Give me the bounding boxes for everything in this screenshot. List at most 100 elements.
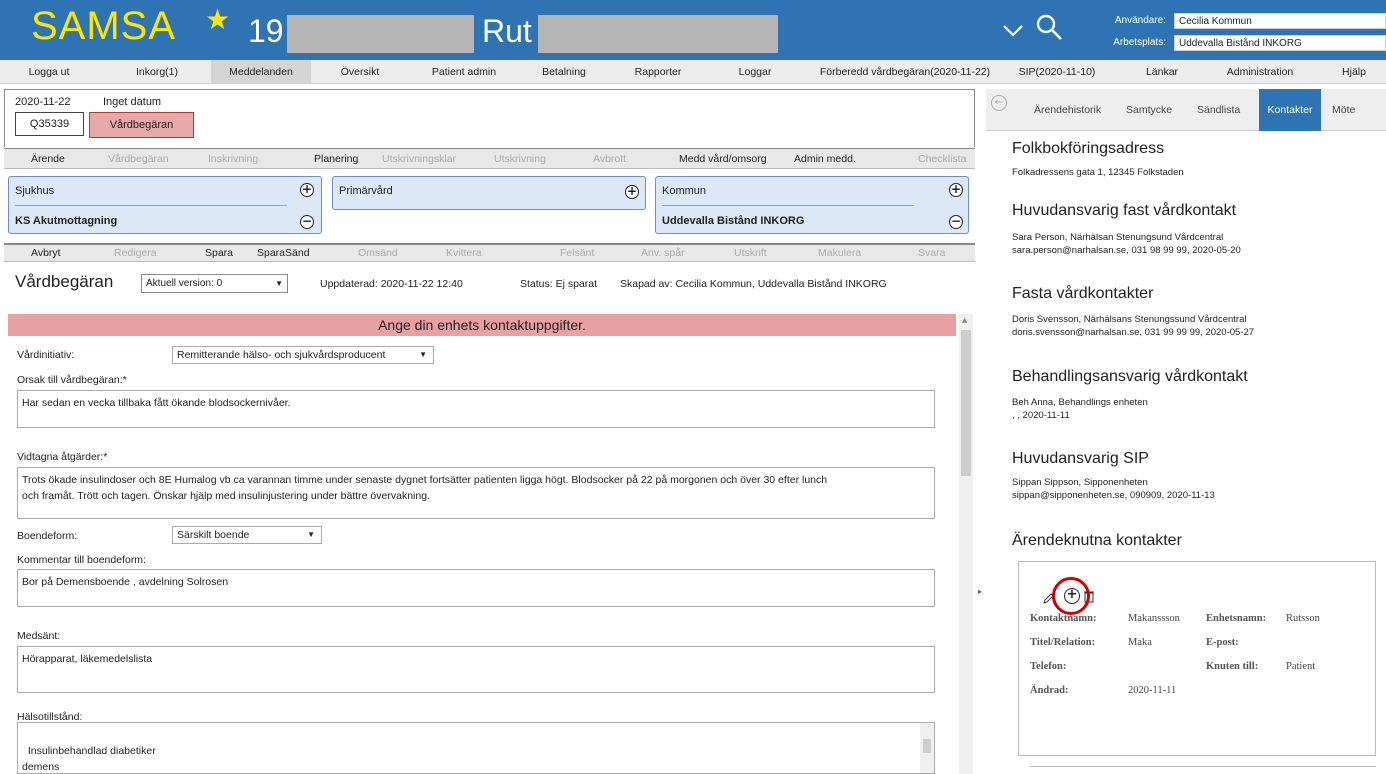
menu-administration[interactable]: Administration (1210, 60, 1310, 84)
initiative-value: Remitterande hälso- och sjukvårdsproduce… (177, 349, 386, 361)
print-button[interactable]: Utskrift (734, 245, 767, 263)
menu-overview[interactable]: Översikt (318, 60, 402, 84)
save-button[interactable]: Spara (205, 245, 233, 263)
initiative-label: Vårdinitiativ: (17, 349, 75, 361)
sent-textarea[interactable]: Hörapparat, läkemedelslista (17, 646, 935, 693)
search-icon[interactable] (1034, 12, 1064, 42)
tab-ready-discharge[interactable]: Utskrivningsklar (382, 149, 456, 169)
chevron-down-icon: ▼ (419, 350, 427, 359)
tab-checklist[interactable]: Checklista (918, 149, 966, 169)
menu-patient-admin[interactable]: Patient admin (414, 60, 514, 84)
title-relation-label: Titel/Relation: (1030, 637, 1096, 648)
chevron-down-icon: ▼ (275, 279, 283, 288)
menu-logs[interactable]: Loggar (715, 60, 795, 84)
menu-reports[interactable]: Rapporter (614, 60, 702, 84)
housing-label: Boendeform: (17, 530, 78, 542)
user-label: Användare: (1114, 15, 1166, 26)
linked-to-value: Patient (1286, 661, 1316, 672)
remove-icon[interactable]: − (300, 215, 314, 229)
scroll-up-icon[interactable]: ▲ (962, 316, 967, 324)
tab-care-message[interactable]: Medd vård/omsorg (679, 149, 767, 169)
main-contact-line1: Sara Person, Närhälsan Stenungsund Vårdc… (1012, 232, 1224, 243)
case-id[interactable]: Q35339 (15, 112, 84, 136)
void-button[interactable]: Makulera (818, 245, 861, 263)
housing-value: Särskilt boende (177, 529, 250, 541)
tab-admin-message[interactable]: Admin medd. (794, 149, 856, 169)
divider (15, 205, 287, 206)
add-icon[interactable]: + (625, 185, 639, 199)
menu-help[interactable]: Hjälp (1324, 60, 1384, 84)
hospital-label: Sjukhus (15, 185, 55, 197)
missent-button[interactable]: Felsänt (560, 245, 594, 263)
health-textarea[interactable]: Insulinbehandlad diabetiker demens Strok… (17, 722, 935, 774)
add-icon[interactable]: + (949, 183, 963, 197)
patient-name: Rut (482, 13, 532, 49)
menu-links[interactable]: Länkar (1132, 60, 1192, 84)
case-type-badge[interactable]: Vårdbegäran (89, 112, 194, 138)
primary-care-box: Primärvård + (332, 176, 646, 210)
menu-messages[interactable]: Meddelanden (211, 60, 311, 84)
health-value: Insulinbehandlad diabetiker demens Strok… (22, 745, 156, 773)
tab-contacts[interactable]: Kontakter (1259, 89, 1321, 131)
remove-icon[interactable]: − (949, 215, 963, 229)
pane-splitter[interactable]: ▸ (976, 85, 984, 774)
menu-inbox[interactable]: Inkorg(1) (113, 60, 201, 84)
save-send-button[interactable]: SparaSänd (257, 245, 310, 263)
main-menu: Logga ut Inkorg(1) Meddelanden Översikt … (0, 60, 1386, 84)
edit-button[interactable]: Redigera (114, 245, 157, 263)
tab-planning[interactable]: Planering (314, 149, 358, 169)
tab-care-request[interactable]: Vårdbegäran (108, 149, 169, 169)
menu-payment[interactable]: Betalning (520, 60, 608, 84)
resend-button[interactable]: Omsänd (358, 245, 398, 263)
tab-discharge[interactable]: Utskrivning (494, 149, 546, 169)
measures-textarea[interactable]: Trots ökade insulindoser och 8E Humalog … (17, 467, 935, 519)
health-scrollbar[interactable] (920, 723, 934, 773)
tab-abort[interactable]: Avbrott (593, 149, 626, 169)
menu-logout[interactable]: Logga ut (4, 60, 94, 84)
sip-heading: Huvudansvarig SIP (1012, 450, 1149, 467)
tab-case-history[interactable]: Ärendehistorik (1034, 89, 1101, 131)
star-icon[interactable]: ★ (205, 3, 230, 36)
reply-button[interactable]: Svara (918, 245, 945, 263)
main-contact-line2: sara.person@narhalsan.se, 031 98 99 99, … (1012, 245, 1241, 256)
housing-select[interactable]: Särskilt boende ▼ (172, 526, 322, 544)
treatment-heading: Behandlingsansvarig vårdkontakt (1012, 368, 1248, 385)
chevron-right-icon[interactable]: ▸ (978, 587, 982, 596)
initiative-select[interactable]: Remitterande hälso- och sjukvårdsproduce… (172, 346, 434, 364)
tab-admission[interactable]: Inskrivning (208, 149, 258, 169)
tab-send-list[interactable]: Sändlista (1197, 89, 1240, 131)
fixed-contacts-heading: Fasta vårdkontakter (1012, 285, 1154, 302)
reason-textarea[interactable]: Har sedan en vecka tillbaka fått ökande … (17, 390, 935, 428)
case-contacts-heading: Ärendeknutna kontakter (1012, 532, 1182, 549)
tab-case[interactable]: Ärende (31, 149, 65, 169)
scroll-thumb[interactable] (961, 330, 971, 476)
add-icon[interactable]: + (300, 183, 314, 197)
form-scrollbar[interactable]: ▲ (959, 314, 973, 774)
version-select[interactable]: Aktuell version: 0 ▼ (141, 274, 288, 293)
tab-meeting[interactable]: Möte (1332, 89, 1368, 131)
contact-name-value: Makanssson (1128, 613, 1180, 624)
user-trace-button[interactable]: Anv. spår (641, 245, 685, 263)
treatment-line2: , , 2020-11-11 (1012, 410, 1070, 421)
highlight-ring (1052, 577, 1090, 615)
divider (662, 205, 914, 206)
chevron-down-icon[interactable] (1002, 16, 1024, 44)
tab-consent[interactable]: Samtycke (1126, 89, 1172, 131)
back-icon[interactable]: ← (991, 95, 1007, 111)
menu-prepared-request[interactable]: Förberedd vårdbegäran(2020-11-22) (800, 60, 1010, 84)
linked-to-label: Knuten till: (1206, 661, 1259, 672)
patient-id-prefix: 19 (248, 13, 284, 49)
workplace-field[interactable]: Uddevalla Bistånd INKORG (1174, 35, 1386, 51)
app-logo: SAMSA (31, 4, 177, 48)
status-text: Status: Ej sparat (520, 278, 598, 290)
scroll-thumb[interactable] (923, 739, 931, 753)
redacted-patient-id (287, 15, 474, 53)
main-contact-heading: Huvudansvarig fast vårdkontakt (1012, 202, 1237, 219)
menu-sip[interactable]: SIP(2020-11-10) (1014, 60, 1100, 84)
housing-comment-textarea[interactable]: Bor på Demensboende , avdelning Solrosen (17, 569, 935, 607)
user-field[interactable]: Cecilia Kommun (1174, 13, 1386, 29)
app-header: SAMSA ★ 19 Rut Användare: Cecilia Kommun… (0, 0, 1386, 60)
acknowledge-button[interactable]: Kvittera (446, 245, 482, 263)
cancel-button[interactable]: Avbryt (31, 245, 61, 263)
unit-name-value: Rutsson (1286, 613, 1320, 624)
